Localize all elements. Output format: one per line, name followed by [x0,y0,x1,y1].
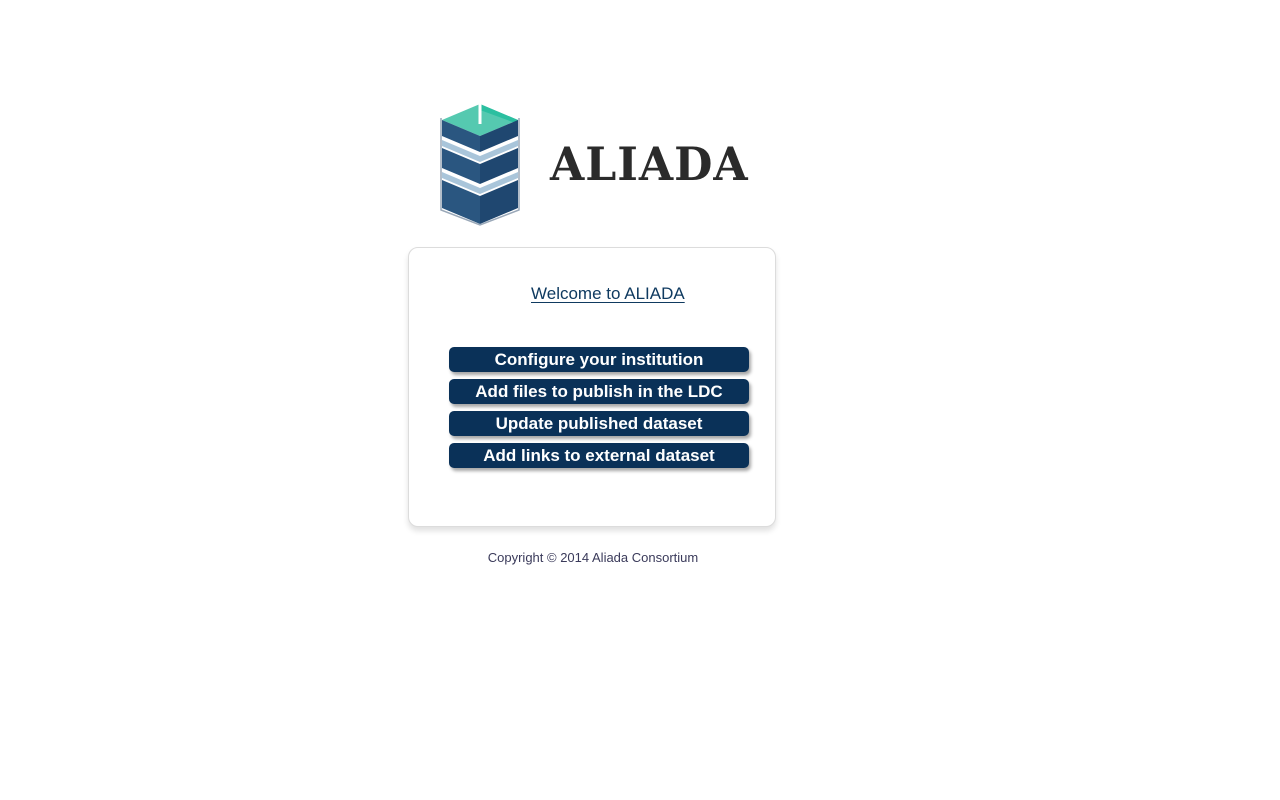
add-links-button[interactable]: Add links to external dataset [449,443,749,468]
welcome-panel: Welcome to ALIADA Configure your institu… [408,247,776,527]
stacked-layers-logo-icon [440,104,520,226]
configure-institution-button[interactable]: Configure your institution [449,347,749,372]
page: ALIADA Welcome to ALIADA Configure your … [0,0,1280,800]
copyright-text: Copyright © 2014 Aliada Consortium [487,550,699,565]
logo-wordmark: ALIADA [550,137,749,191]
welcome-title-link[interactable]: Welcome to ALIADA [531,284,685,304]
update-dataset-button[interactable]: Update published dataset [449,411,749,436]
aliada-logo: ALIADA [440,102,748,226]
add-files-button[interactable]: Add files to publish in the LDC [449,379,749,404]
